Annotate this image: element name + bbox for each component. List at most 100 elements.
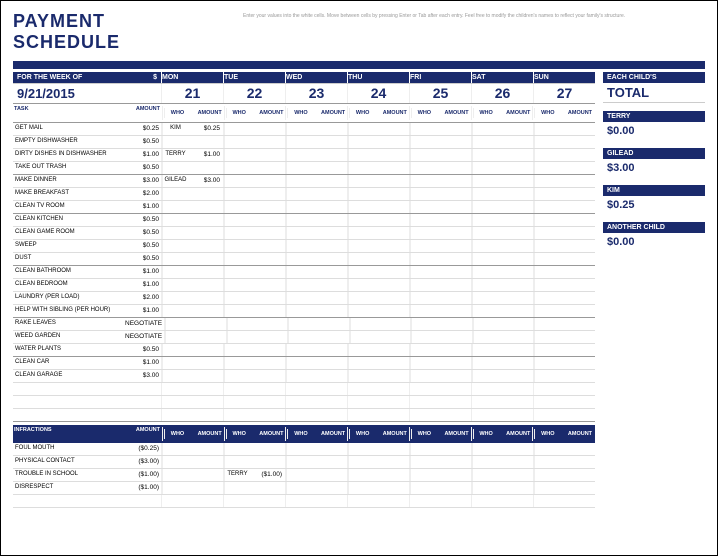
amount-cell[interactable] (436, 443, 471, 455)
amount-cell[interactable] (188, 201, 223, 213)
who-cell[interactable] (162, 188, 188, 200)
who-cell[interactable]: GILEAD (162, 175, 188, 187)
who-cell[interactable] (472, 240, 498, 252)
amount-cell[interactable] (374, 266, 409, 278)
amount-cell[interactable] (498, 305, 533, 317)
who-cell[interactable] (534, 318, 560, 330)
amount-cell[interactable] (312, 469, 347, 481)
who-cell[interactable] (286, 482, 312, 494)
who-cell[interactable] (286, 305, 312, 317)
who-cell[interactable] (534, 136, 560, 148)
amount-cell[interactable] (250, 123, 285, 135)
who-cell[interactable] (534, 214, 560, 226)
amount-cell[interactable] (314, 318, 349, 330)
who-cell[interactable] (472, 344, 498, 356)
who-cell[interactable] (224, 188, 250, 200)
amount-cell[interactable] (560, 456, 595, 468)
amount-cell[interactable] (312, 188, 347, 200)
amount-cell[interactable] (312, 482, 347, 494)
who-cell[interactable] (348, 175, 374, 187)
amount-cell[interactable] (498, 456, 533, 468)
amount-cell[interactable] (436, 162, 471, 174)
who-cell[interactable] (534, 443, 560, 455)
amount-cell[interactable] (560, 443, 595, 455)
who-cell[interactable] (348, 456, 374, 468)
who-cell[interactable] (348, 188, 374, 200)
who-cell[interactable] (410, 149, 436, 161)
who-cell[interactable] (286, 344, 312, 356)
amount-cell[interactable] (374, 227, 409, 239)
amount-cell[interactable] (250, 162, 285, 174)
who-cell[interactable] (348, 344, 374, 356)
who-cell[interactable] (348, 240, 374, 252)
amount-cell[interactable] (436, 240, 471, 252)
who-cell[interactable] (472, 469, 498, 481)
amount-cell[interactable] (312, 344, 347, 356)
amount-cell[interactable] (560, 214, 595, 226)
who-cell[interactable] (286, 136, 312, 148)
amount-cell[interactable] (312, 279, 347, 291)
who-cell[interactable] (286, 162, 312, 174)
who-cell[interactable] (534, 292, 560, 304)
amount-cell[interactable]: ($1.00) (250, 469, 285, 481)
who-cell[interactable] (162, 279, 188, 291)
who-cell[interactable] (162, 443, 188, 455)
amount-cell[interactable] (374, 279, 409, 291)
who-cell[interactable] (224, 175, 250, 187)
amount-cell[interactable] (312, 292, 347, 304)
amount-cell[interactable] (374, 188, 409, 200)
amount-cell[interactable] (498, 292, 533, 304)
amount-cell[interactable] (560, 305, 595, 317)
who-cell[interactable] (286, 469, 312, 481)
amount-cell[interactable] (498, 253, 533, 265)
amount-cell[interactable] (374, 149, 409, 161)
amount-cell[interactable] (250, 201, 285, 213)
who-cell[interactable] (224, 370, 250, 382)
who-cell[interactable] (472, 279, 498, 291)
who-cell[interactable] (348, 136, 374, 148)
who-cell[interactable] (286, 292, 312, 304)
who-cell[interactable] (162, 162, 188, 174)
amount-cell[interactable] (188, 214, 223, 226)
who-cell[interactable] (224, 279, 250, 291)
amount-cell[interactable] (436, 253, 471, 265)
who-cell[interactable] (162, 469, 188, 481)
who-cell[interactable] (348, 279, 374, 291)
who-cell[interactable] (472, 253, 498, 265)
who-cell[interactable] (348, 162, 374, 174)
amount-cell[interactable] (436, 292, 471, 304)
who-cell[interactable] (534, 253, 560, 265)
who-cell[interactable] (286, 227, 312, 239)
amount-cell[interactable] (376, 331, 411, 343)
who-cell[interactable] (472, 123, 498, 135)
amount-cell[interactable] (250, 370, 285, 382)
amount-cell[interactable] (498, 149, 533, 161)
who-cell[interactable] (288, 318, 314, 330)
amount-cell[interactable] (499, 331, 534, 343)
amount-cell[interactable] (253, 331, 288, 343)
who-cell[interactable] (162, 344, 188, 356)
who-cell[interactable] (286, 443, 312, 455)
who-cell[interactable] (534, 123, 560, 135)
amount-cell[interactable] (498, 214, 533, 226)
amount-cell[interactable] (436, 344, 471, 356)
amount-cell[interactable] (436, 279, 471, 291)
who-cell[interactable] (534, 331, 560, 343)
who-cell[interactable] (165, 331, 191, 343)
amount-cell[interactable] (374, 162, 409, 174)
who-cell[interactable] (286, 266, 312, 278)
who-cell[interactable] (534, 188, 560, 200)
amount-cell[interactable] (312, 370, 347, 382)
who-cell[interactable] (410, 136, 436, 148)
amount-cell[interactable] (188, 279, 223, 291)
who-cell[interactable] (410, 240, 436, 252)
who-cell[interactable] (224, 344, 250, 356)
who-cell[interactable] (224, 214, 250, 226)
amount-cell[interactable] (188, 162, 223, 174)
amount-cell[interactable] (437, 331, 472, 343)
who-cell[interactable] (162, 227, 188, 239)
who-cell[interactable] (534, 370, 560, 382)
who-cell[interactable] (286, 279, 312, 291)
amount-cell[interactable]: $1.00 (188, 149, 223, 161)
who-cell[interactable] (348, 469, 374, 481)
